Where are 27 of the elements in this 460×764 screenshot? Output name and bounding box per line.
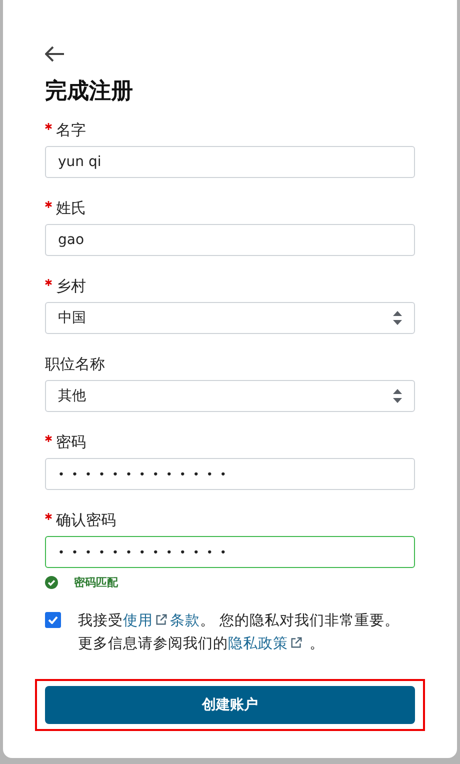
page-title: 完成注册 [45,78,133,106]
text-field[interactable]: gao [45,224,415,256]
link[interactable]: 隐私政策 [228,636,288,652]
checkbox[interactable] [45,612,61,628]
checkmark-icon [48,616,58,624]
select-field[interactable]: 中国 [45,302,415,334]
password-field[interactable]: ••••••••••••• [45,458,415,490]
create-account-button[interactable]: 创建账户 [45,686,415,724]
check-circle-icon [45,576,58,589]
external-link-icon [290,636,303,649]
text-field[interactable]: yun qi [45,146,415,178]
external-link-icon [155,613,168,626]
field-label: 名字 [56,120,86,140]
password-field[interactable]: ••••••••••••• [45,536,415,568]
field-label: 姓氏 [56,198,86,218]
field-label: 职位名称 [45,354,105,374]
field-label: 乡村 [56,276,86,296]
sort-arrows-icon [393,389,402,403]
link[interactable]: 使用 [123,613,153,629]
match-message: 密码匹配 [74,575,118,590]
sort-arrows-icon [393,311,402,325]
link[interactable]: 条款 [170,613,200,629]
field-label: 密码 [56,432,86,452]
select-field[interactable]: 其他 [45,380,415,412]
field-label: 确认密码 [56,510,116,530]
back-arrow-icon[interactable] [45,46,65,62]
consent-text: 我接受使用 条款。 您的隐私对我们非常重要。更多信息请参阅我们的隐私政策 。 [78,612,401,654]
